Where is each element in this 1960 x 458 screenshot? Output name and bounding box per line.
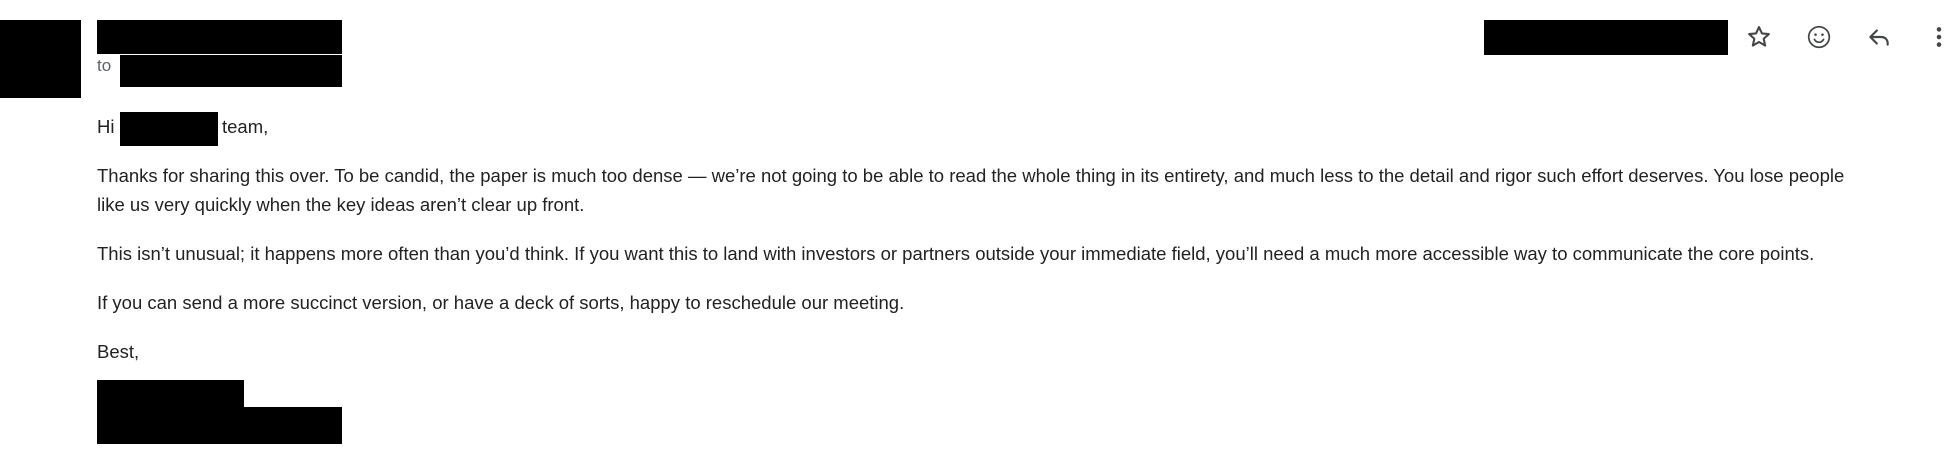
reply-arrow-icon	[1869, 29, 1889, 46]
signature-title-redacted	[97, 407, 342, 444]
more-options-button[interactable]	[1922, 20, 1956, 54]
sign-off: Best,	[97, 341, 140, 362]
paragraph-1-line-2: like us very quickly when the key ideas …	[97, 194, 585, 215]
add-reaction-button[interactable]	[1802, 20, 1836, 54]
sender-avatar-redacted[interactable]	[0, 20, 81, 98]
paragraph-1-line-1: Thanks for sharing this over. To be cand…	[97, 165, 1845, 186]
team-name-redacted	[120, 112, 218, 146]
add-reaction-icon	[1807, 25, 1831, 49]
paragraph-2: This isn’t unusual; it happens more ofte…	[97, 243, 1815, 264]
greeting-hi: Hi	[97, 116, 115, 137]
to-label: to	[97, 56, 112, 75]
star-button[interactable]	[1742, 20, 1776, 54]
more-vertical-icon	[1936, 27, 1942, 47]
reply-button[interactable]	[1862, 20, 1896, 54]
date-redacted	[1484, 20, 1728, 55]
sender-name-redacted[interactable]	[97, 20, 342, 54]
recipient-redacted[interactable]	[120, 55, 342, 87]
paragraph-3: If you can send a more succinct version,…	[97, 292, 905, 313]
greeting-team: team,	[222, 116, 269, 137]
star-outline-icon	[1748, 26, 1770, 47]
email-message: to Hi team, Thanks for sharing this over…	[0, 0, 1960, 458]
signature-name-redacted	[97, 380, 244, 410]
